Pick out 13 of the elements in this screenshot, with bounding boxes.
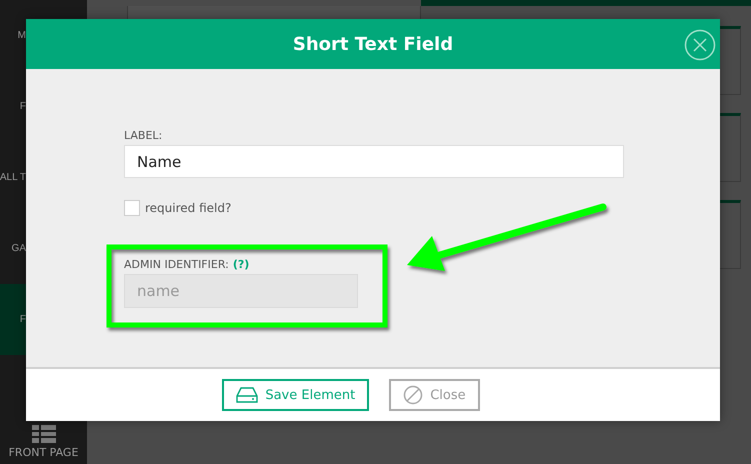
sidebar-item[interactable]: FRONT PAGE	[8, 446, 78, 459]
save-button[interactable]: Save Element	[222, 379, 370, 411]
close-button[interactable]: Close	[389, 379, 480, 411]
drive-icon	[236, 387, 258, 403]
list-icon	[32, 425, 56, 443]
dialog-title: Short Text Field	[292, 34, 454, 54]
label-field[interactable]: Name	[124, 145, 624, 178]
field-label: ADMIN IDENTIFIER:	[124, 258, 229, 271]
close-icon[interactable]	[684, 29, 716, 61]
checkbox-label: required field?	[145, 201, 232, 215]
prohibited-icon	[403, 385, 424, 405]
checkbox[interactable]	[124, 200, 140, 216]
field-label: LABEL:	[124, 129, 164, 142]
